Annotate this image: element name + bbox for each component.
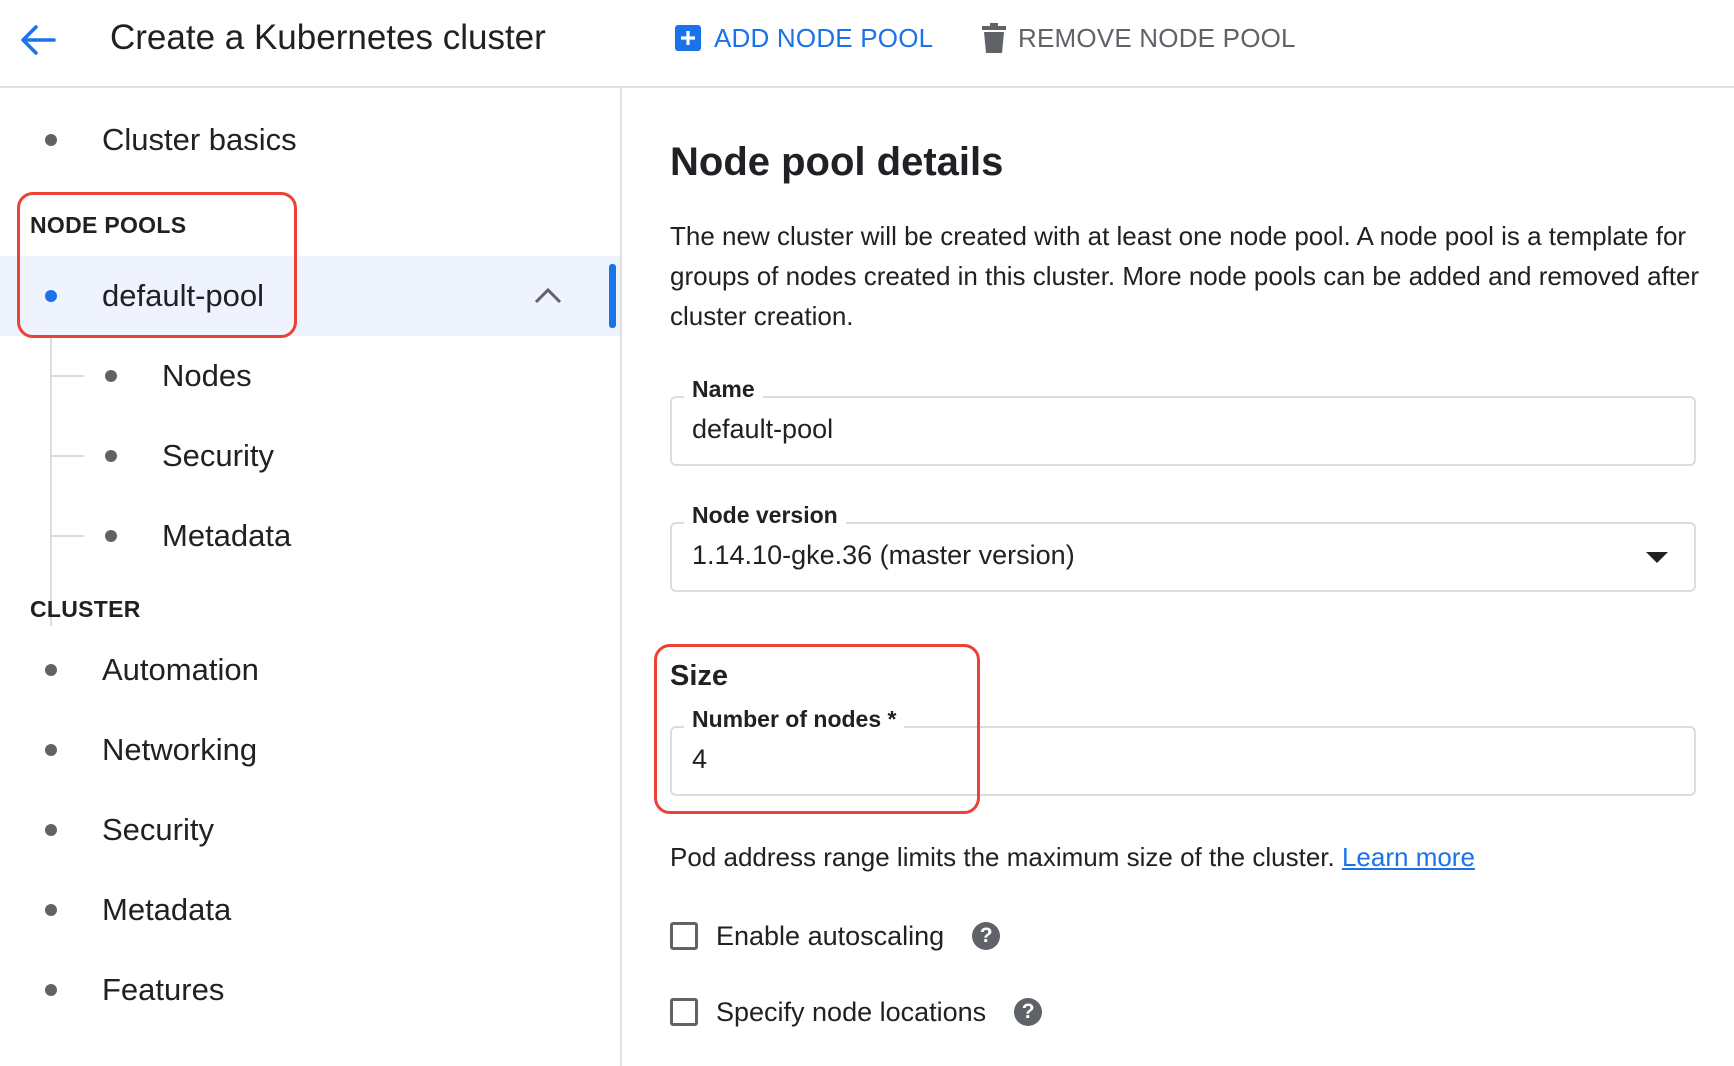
bullet-icon (45, 134, 57, 146)
sidebar-item-label: Metadata (162, 518, 292, 553)
sidebar-item-label: default-pool (102, 278, 265, 313)
help-icon[interactable]: ? (1014, 998, 1043, 1026)
top-app-bar: Create a Kubernetes cluster ADD NODE POO… (0, 0, 1734, 88)
bullet-icon (45, 744, 57, 756)
bullet-icon (105, 370, 117, 382)
tree-connector (50, 338, 52, 626)
tree-branch (50, 455, 84, 457)
sidebar-item-pool-security[interactable]: Security (84, 418, 614, 494)
number-of-nodes-label: Number of nodes * (684, 706, 905, 733)
sidebar-item-automation[interactable]: Automation (0, 632, 620, 708)
number-of-nodes-value: 4 (692, 744, 708, 774)
bullet-icon (105, 530, 117, 542)
remove-node-pool-label: REMOVE NODE POOL (1018, 22, 1296, 53)
sidebar-item-metadata[interactable]: Metadata (0, 872, 620, 948)
sidebar-nav: Cluster basics NODE POOLS default-pool N… (0, 88, 622, 1066)
section-title: Node pool details (670, 140, 1004, 184)
node-version-value: 1.14.10-gke.36 (master version) (692, 540, 1075, 570)
section-heading-cluster: CLUSTER (30, 596, 141, 622)
sidebar-item-pool-metadata[interactable]: Metadata (84, 498, 614, 574)
help-icon[interactable]: ? (972, 922, 1001, 950)
chevron-up-icon[interactable] (532, 282, 564, 310)
enable-autoscaling-label[interactable]: Enable autoscaling (716, 921, 944, 952)
bullet-icon (45, 904, 57, 916)
pod-range-hint: Pod address range limits the maximum siz… (670, 842, 1475, 873)
name-field-label: Name (684, 376, 763, 403)
sidebar-item-features[interactable]: Features (0, 952, 620, 1028)
sidebar-item-nodes[interactable]: Nodes (84, 338, 614, 414)
section-heading-node-pools: NODE POOLS (30, 212, 187, 238)
specify-node-locations-checkbox[interactable] (670, 998, 698, 1026)
back-arrow-icon[interactable] (14, 16, 62, 64)
sidebar-item-default-pool[interactable]: default-pool (0, 256, 620, 336)
sidebar-item-label: Security (102, 812, 214, 847)
size-heading: Size (670, 660, 729, 692)
bullet-icon (45, 984, 57, 996)
sidebar-item-label: Features (102, 972, 225, 1007)
sidebar-item-label: Cluster basics (102, 122, 297, 157)
number-of-nodes-field[interactable]: Number of nodes * 4 (670, 706, 1696, 796)
learn-more-link[interactable]: Learn more (1342, 842, 1475, 872)
specify-node-locations-label[interactable]: Specify node locations (716, 997, 986, 1028)
tree-branch (50, 535, 84, 537)
pod-range-hint-text: Pod address range limits the maximum siz… (670, 842, 1335, 872)
dropdown-arrow-icon (1646, 552, 1668, 563)
sidebar-item-cluster-basics[interactable]: Cluster basics (0, 102, 620, 178)
add-box-icon (675, 25, 701, 51)
bullet-icon (105, 450, 117, 462)
trash-icon (982, 23, 1006, 53)
sidebar-item-security[interactable]: Security (0, 792, 620, 868)
node-version-label: Node version (684, 502, 846, 529)
remove-node-pool-button[interactable]: REMOVE NODE POOL (982, 18, 1296, 58)
sidebar-item-label: Security (162, 438, 274, 473)
active-indicator (609, 264, 616, 328)
add-node-pool-label: ADD NODE POOL (714, 22, 934, 53)
add-node-pool-button[interactable]: ADD NODE POOL (674, 18, 933, 58)
sidebar-item-networking[interactable]: Networking (0, 712, 620, 788)
page-title: Create a Kubernetes cluster (110, 18, 546, 57)
tree-branch (50, 375, 84, 377)
sidebar-item-label: Automation (102, 652, 259, 687)
sidebar-item-label: Networking (102, 732, 258, 767)
sidebar-item-label: Metadata (102, 892, 232, 927)
enable-autoscaling-row: Enable autoscaling ? (670, 916, 1001, 956)
name-field-value: default-pool (692, 414, 834, 444)
sidebar-item-label: Nodes (162, 358, 252, 393)
bullet-icon (45, 824, 57, 836)
node-version-select[interactable]: Node version 1.14.10-gke.36 (master vers… (670, 502, 1696, 592)
bullet-icon (45, 290, 57, 302)
section-description: The new cluster will be created with at … (670, 221, 1700, 331)
name-field[interactable]: Name default-pool (670, 376, 1696, 466)
bullet-icon (45, 664, 57, 676)
enable-autoscaling-checkbox[interactable] (670, 922, 698, 950)
specify-node-locations-row: Specify node locations ? (670, 992, 1043, 1032)
